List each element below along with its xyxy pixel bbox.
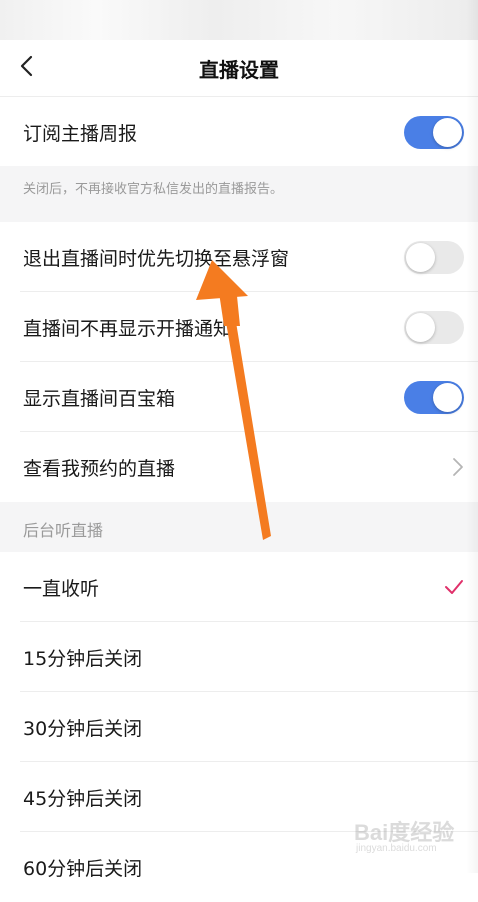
nav-bar: 直播设置: [0, 40, 478, 97]
listen-option-15min[interactable]: 15分钟后关闭: [0, 622, 478, 692]
listen-option-60min[interactable]: 60分钟后关闭: [0, 832, 478, 902]
listen-option-label: 45分钟后关闭: [23, 788, 143, 810]
listen-option-label: 30分钟后关闭: [23, 718, 143, 740]
listen-option-label: 一直收听: [23, 578, 100, 600]
setting-row-my-reservations[interactable]: 查看我预约的直播: [0, 432, 478, 502]
setting-label-show-treasure: 显示直播间百宝箱: [23, 388, 176, 410]
hide-notice-toggle[interactable]: [404, 311, 464, 344]
show-treasure-toggle[interactable]: [404, 381, 464, 414]
listen-option-always[interactable]: 一直收听: [0, 552, 478, 622]
toggle-knob: [406, 243, 435, 272]
listen-option-label: 60分钟后关闭: [23, 858, 143, 880]
page-title: 直播设置: [199, 58, 279, 82]
setting-label-subscribe-weekly: 订阅主播周报: [23, 123, 138, 145]
toggle-knob: [406, 313, 435, 342]
float-window-toggle[interactable]: [404, 241, 464, 274]
setting-row-show-treasure: 显示直播间百宝箱: [0, 362, 478, 432]
setting-row-hide-notice: 直播间不再显示开播通知: [0, 292, 478, 362]
setting-row-float-window: 退出直播间时优先切换至悬浮窗: [0, 222, 478, 292]
setting-label-float-window: 退出直播间时优先切换至悬浮窗: [23, 248, 290, 270]
listen-option-label: 15分钟后关闭: [23, 648, 143, 670]
note-block: 关闭后，不再接收官方私信发出的直播报告。: [0, 166, 478, 222]
setting-label-my-reservations: 查看我预约的直播: [23, 458, 176, 480]
checkmark-icon: [445, 580, 463, 594]
toggle-knob: [433, 383, 462, 412]
toggle-knob: [433, 118, 462, 147]
chevron-right-icon: [453, 458, 463, 476]
listen-option-30min[interactable]: 30分钟后关闭: [0, 692, 478, 762]
setting-label-hide-notice: 直播间不再显示开播通知: [23, 318, 233, 340]
subscribe-weekly-toggle[interactable]: [404, 116, 464, 149]
listen-option-45min[interactable]: 45分钟后关闭: [0, 762, 478, 832]
section-header-background-listen: 后台听直播: [0, 502, 478, 552]
status-bar: [0, 0, 478, 40]
section-header-text: 后台听直播: [23, 521, 104, 540]
setting-row-subscribe-weekly: 订阅主播周报: [0, 97, 478, 167]
subscribe-weekly-note: 关闭后，不再接收官方私信发出的直播报告。: [23, 182, 284, 197]
